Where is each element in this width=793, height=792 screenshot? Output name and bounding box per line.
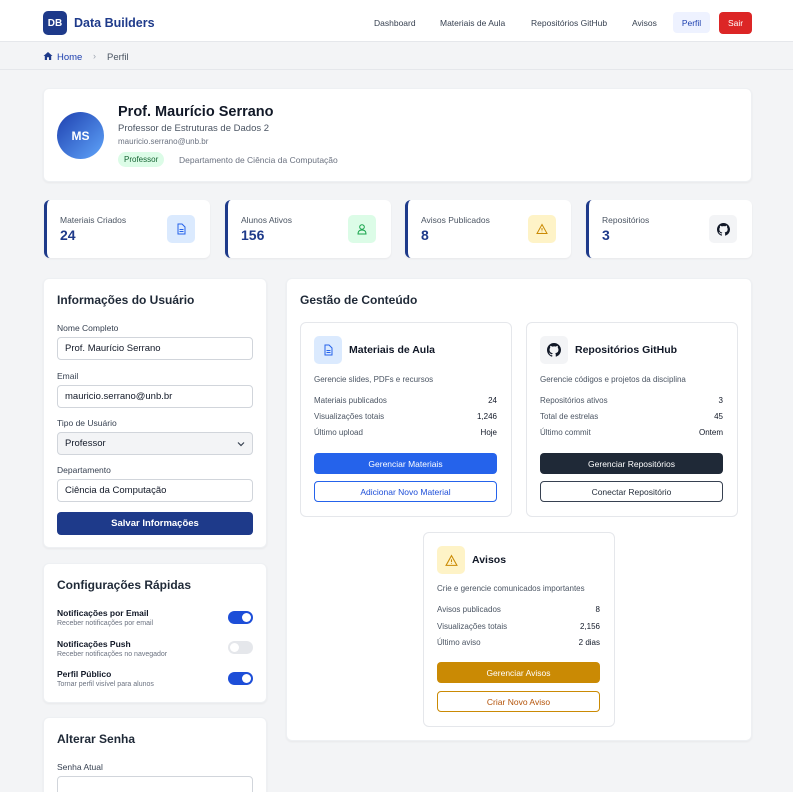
- toggle-knob: [230, 643, 239, 652]
- notices-title: Avisos: [472, 554, 507, 566]
- add-material-button[interactable]: Adicionar Novo Material: [314, 481, 497, 502]
- email-field[interactable]: [57, 385, 253, 408]
- email-label: Email: [57, 371, 79, 381]
- email-notifications-toggle[interactable]: [228, 611, 253, 624]
- public-profile-toggle[interactable]: [228, 672, 253, 685]
- stat-row-value: Ontem: [698, 428, 723, 437]
- chevron-right-icon: ›: [93, 51, 96, 61]
- document-icon: [167, 215, 195, 243]
- stat-row-value: 2 dias: [578, 638, 600, 647]
- top-navbar: DB Data Builders Dashboard Materiais de …: [0, 0, 793, 42]
- nav-dashboard[interactable]: Dashboard: [374, 18, 416, 28]
- warning-icon: [437, 546, 465, 574]
- current-password-field[interactable]: [57, 776, 253, 792]
- stat-label: Materiais Criados: [60, 215, 127, 225]
- repos-title: Repositórios GitHub: [575, 344, 678, 356]
- push-notifications-desc: Receber notificações no navegador: [57, 651, 168, 658]
- breadcrumb-current: Perfil: [107, 52, 129, 63]
- github-icon: [709, 215, 737, 243]
- profile-name: Prof. Maurício Serrano: [118, 104, 274, 120]
- stat-row-label: Último aviso: [437, 638, 481, 647]
- user-info-title: Informações do Usuário: [57, 293, 195, 307]
- user-icon: [348, 215, 376, 243]
- manage-notices-button[interactable]: Gerenciar Avisos: [437, 662, 600, 683]
- stat-row-label: Avisos publicados: [437, 605, 501, 614]
- stat-row-value: 3: [718, 396, 723, 405]
- stat-row-label: Repositórios ativos: [540, 396, 608, 405]
- stat-card-repos: Repositórios 3: [586, 200, 752, 258]
- save-info-button[interactable]: Salvar Informações: [57, 512, 253, 535]
- stat-label: Avisos Publicados: [421, 215, 490, 225]
- stat-row-label: Visualizações totais: [437, 622, 508, 631]
- connect-repo-button[interactable]: Conectar Repositório: [540, 481, 723, 502]
- nav-notices[interactable]: Avisos: [632, 18, 657, 28]
- create-notice-button[interactable]: Criar Novo Aviso: [437, 691, 600, 712]
- stat-value: 24: [60, 227, 76, 243]
- avatar: MS: [57, 112, 104, 159]
- content-management-title: Gestão de Conteúdo: [300, 293, 418, 307]
- github-icon: [540, 336, 568, 364]
- user-type-label: Tipo de Usuário: [57, 418, 117, 428]
- email-notifications-label: Notificações por Email: [57, 608, 149, 618]
- stat-row-label: Materiais publicados: [314, 396, 387, 405]
- repos-desc: Gerencie códigos e projetos da disciplin…: [540, 375, 686, 384]
- stat-row-label: Visualizações totais: [314, 412, 385, 421]
- toggle-knob: [242, 674, 251, 683]
- profile-department: Departamento de Ciência da Computação: [179, 155, 338, 165]
- stat-row-label: Último upload: [314, 428, 363, 437]
- name-field[interactable]: [57, 337, 253, 360]
- department-label: Departamento: [57, 465, 111, 475]
- stat-label: Repositórios: [602, 215, 650, 225]
- public-profile-label: Perfil Público: [57, 669, 112, 679]
- profile-email: mauricio.serrano@unb.br: [118, 137, 209, 146]
- quick-settings-title: Configurações Rápidas: [57, 578, 192, 592]
- stat-row-label: Último commit: [540, 428, 591, 437]
- stat-card-students: Alunos Ativos 156: [225, 200, 391, 258]
- user-info-card: [43, 278, 267, 548]
- stat-value: 8: [421, 227, 429, 243]
- materials-title: Materiais de Aula: [349, 344, 435, 356]
- user-type-value: Professor: [65, 438, 106, 449]
- stat-row-value: 24: [488, 396, 497, 405]
- department-field[interactable]: [57, 479, 253, 502]
- chevron-down-icon: [237, 441, 245, 446]
- user-type-select[interactable]: Professor: [57, 432, 253, 455]
- warning-icon: [528, 215, 556, 243]
- stat-card-materials: Materiais Criados 24: [44, 200, 210, 258]
- current-password-label: Senha Atual: [57, 762, 103, 772]
- logout-button[interactable]: Sair: [719, 12, 752, 34]
- stat-row-value: 2,156: [579, 622, 600, 631]
- brand-name[interactable]: Data Builders: [74, 16, 155, 30]
- stat-row-value: 8: [595, 605, 600, 614]
- profile-role: Professor de Estruturas de Dados 2: [118, 123, 270, 134]
- change-password-title: Alterar Senha: [57, 732, 136, 746]
- profile-card: [43, 88, 752, 182]
- stat-row-value: 45: [714, 412, 723, 421]
- name-label: Nome Completo: [57, 323, 119, 333]
- public-profile-desc: Tornar perfil visível para alunos: [57, 681, 154, 688]
- nav-materials[interactable]: Materiais de Aula: [440, 18, 505, 28]
- breadcrumb-home[interactable]: Home: [57, 52, 82, 63]
- logo-badge[interactable]: DB: [43, 11, 67, 35]
- document-icon: [314, 336, 342, 364]
- stat-label: Alunos Ativos: [241, 215, 293, 225]
- home-icon: [43, 52, 53, 60]
- nav-profile[interactable]: Perfil: [673, 12, 710, 33]
- stat-row-value: 1,246: [476, 412, 497, 421]
- manage-materials-button[interactable]: Gerenciar Materiais: [314, 453, 497, 474]
- stat-value: 156: [241, 227, 265, 243]
- materials-desc: Gerencie slides, PDFs e recursos: [314, 375, 434, 384]
- stat-row-label: Total de estrelas: [540, 412, 599, 421]
- toggle-knob: [242, 613, 251, 622]
- role-badge: Professor: [118, 152, 165, 167]
- notices-desc: Crie e gerencie comunicados importantes: [437, 584, 585, 593]
- stat-card-notices: Avisos Publicados 8: [405, 200, 571, 258]
- nav-github[interactable]: Repositórios GitHub: [531, 18, 607, 28]
- manage-repos-button[interactable]: Gerenciar Repositórios: [540, 453, 723, 474]
- stat-row-value: Hoje: [480, 428, 497, 437]
- push-notifications-toggle[interactable]: [228, 641, 253, 654]
- email-notifications-desc: Receber notificações por email: [57, 620, 154, 627]
- push-notifications-label: Notificações Push: [57, 639, 131, 649]
- stat-value: 3: [602, 227, 610, 243]
